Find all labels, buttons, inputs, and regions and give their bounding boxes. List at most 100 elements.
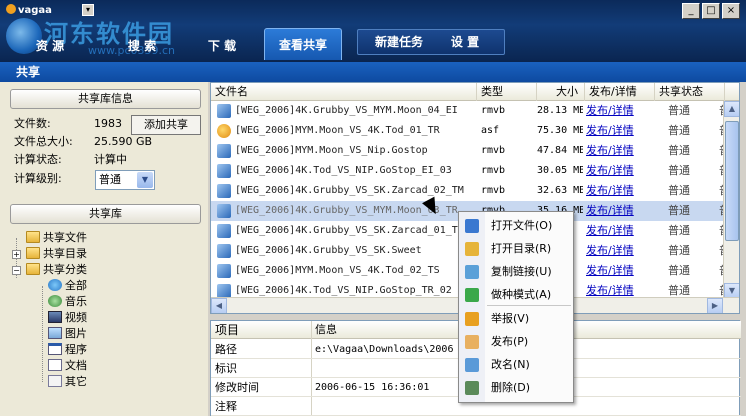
logo-dot-icon [6, 4, 16, 14]
file-type: rmvb [481, 105, 506, 116]
scroll-right-icon[interactable]: ▶ [707, 298, 723, 313]
scroll-up-icon[interactable]: ▲ [724, 101, 739, 117]
column-header-size[interactable]: 大小 [537, 83, 585, 101]
vertical-scrollbar[interactable]: ▲ ▼ [723, 101, 739, 299]
page-title: 共享 [0, 62, 746, 82]
table-row[interactable]: [WEG_2006]4K.Grubby_VS_SK.Zarcad_02_TM rm… [211, 181, 729, 201]
file-name: [WEG_2006]4K.Tod_VS_NIP.GoStop_EI_03 [235, 165, 452, 176]
tree-item-video[interactable]: 视频 [48, 310, 87, 326]
menu-item-rename[interactable]: 改名(N) [459, 354, 573, 376]
expand-icon[interactable]: + [12, 250, 21, 259]
menu-separator [487, 305, 571, 306]
file-list-header: 文件名 类型 大小 发布/详情 共享状态 [211, 83, 739, 101]
publish-details-link[interactable]: 发布/详情 [586, 181, 652, 201]
video-file-icon [217, 284, 231, 298]
menu-item-folder-open[interactable]: 打开目录(R) [459, 238, 573, 260]
tree-item-music[interactable]: 音乐 [48, 294, 87, 310]
tree-line [42, 286, 43, 382]
menu-item-copy-link[interactable]: 复制链接(U) [459, 261, 573, 283]
publish-details-link[interactable]: 发布/详情 [586, 101, 652, 121]
context-menu: 打开文件(O) 打开目录(R) 复制链接(U) 做种模式(A) 举报(V) 发布(P) 改名… [458, 211, 574, 403]
details-key: 注释 [215, 400, 237, 413]
publish-details-link[interactable]: 发布/详情 [586, 241, 652, 261]
tree-item-documents[interactable]: 文档 [48, 358, 87, 374]
tree-item-label: 共享分类 [43, 263, 87, 276]
top-navigation-bar: vagaa ▾ 河东软件园 www.pc0359.cn _ □ × 资 源 搜 … [0, 0, 746, 62]
tree-item-label: 共享文件 [43, 231, 87, 244]
new-task-button[interactable]: 新建任务 [358, 30, 440, 54]
share-status: 普通 [668, 264, 690, 277]
file-name: [WEG_2006]4K.Grubby_VS_SK.Zarcad_02_TM [235, 185, 464, 196]
tree-item-programs[interactable]: 程序 [48, 342, 87, 358]
table-row[interactable]: [WEG_2006]4K.Grubby_VS_MYM.Moon_04_EI rmv… [211, 101, 729, 121]
tree-item-shared-categories[interactable]: 共享分类 [26, 262, 87, 278]
file-name: [WEG_2006]4K.Grubby_VS_SK.Sweet [235, 245, 422, 256]
file-size: 75.30 MB [537, 125, 583, 136]
maximize-button[interactable]: □ [702, 3, 720, 19]
column-header-publish[interactable]: 发布/详情 [585, 83, 655, 101]
publish-details-link[interactable]: 发布/详情 [586, 141, 652, 161]
menu-item-play[interactable]: 打开文件(O) [459, 215, 573, 237]
media-file-icon [217, 124, 231, 138]
video-file-icon [217, 204, 231, 218]
chevron-down-icon[interactable]: ▼ [137, 172, 153, 188]
share-status: 普通 [668, 244, 690, 257]
file-name: [WEG_2006]4K.Grubby_VS_MYM.Moon_04_EI [235, 105, 458, 116]
share-status: 普通 [668, 204, 690, 217]
rename-icon [465, 358, 479, 372]
video-file-icon [217, 104, 231, 118]
publish-details-link[interactable]: 发布/详情 [586, 261, 652, 281]
column-header-status[interactable]: 共享状态 [655, 83, 725, 101]
program-icon [48, 343, 62, 355]
tree-item-all[interactable]: 全部 [48, 278, 87, 294]
file-size: 32.63 MB [537, 185, 583, 196]
publish-details-link[interactable]: 发布/详情 [586, 221, 652, 241]
publish-details-link[interactable]: 发布/详情 [586, 161, 652, 181]
report-icon [465, 312, 479, 326]
delete-icon [465, 381, 479, 395]
share-status: 普通 [668, 184, 690, 197]
scroll-left-icon[interactable]: ◀ [211, 298, 227, 313]
video-file-icon [217, 264, 231, 278]
settings-button[interactable]: 设 置 [440, 30, 490, 54]
tree-item-images[interactable]: 图片 [48, 326, 87, 342]
file-type: asf [481, 125, 500, 136]
library-header[interactable]: 共享库 [10, 204, 201, 224]
tab-view-share[interactable]: 查看共享 [264, 28, 342, 60]
menu-item-label: 举报(V) [491, 312, 530, 325]
publish-details-link[interactable]: 发布/详情 [586, 201, 652, 221]
file-name: [WEG_2006]4K.Grubby_VS_SK.Zarcad_01_TS [235, 225, 464, 236]
table-row[interactable]: [WEG_2006]MYM.Moon_VS_Nip.Gostop rmvb 47.8… [211, 141, 729, 161]
tab-search[interactable]: 搜 索 [92, 32, 192, 60]
menu-item-seed[interactable]: 做种模式(A) [459, 284, 573, 306]
copy-link-icon [465, 265, 479, 279]
menu-item-delete[interactable]: 删除(D) [459, 377, 573, 399]
close-button[interactable]: × [722, 3, 740, 19]
table-row[interactable]: [WEG_2006]MYM.Moon_VS_4K.Tod_01_TR asf 75.… [211, 121, 729, 141]
menu-item-publish[interactable]: 发布(P) [459, 331, 573, 353]
menu-item-report[interactable]: 举报(V) [459, 308, 573, 330]
tree-item-shared-files[interactable]: 共享文件 [26, 230, 87, 246]
file-name: [WEG_2006]MYM.Moon_VS_4K.Tod_02_TS [235, 265, 440, 276]
tree-item-other[interactable]: 其它 [48, 374, 87, 390]
collapse-icon[interactable]: − [12, 266, 21, 275]
table-row[interactable]: [WEG_2006]4K.Tod_VS_NIP.GoStop_EI_03 rmvb… [211, 161, 729, 181]
tab-download[interactable]: 下 载 [192, 32, 252, 60]
vertical-scroll-thumb[interactable] [725, 121, 739, 241]
tree-item-shared-dirs[interactable]: 共享目录 [26, 246, 87, 262]
column-header-name[interactable]: 文件名 [211, 83, 477, 101]
column-header-type[interactable]: 类型 [477, 83, 537, 101]
library-info-header[interactable]: 共享库信息 [10, 89, 201, 109]
folder-icon [26, 231, 40, 243]
tab-resources[interactable]: 资 源 [20, 32, 80, 60]
add-share-button[interactable]: 添加共享 [131, 115, 201, 135]
calc-level-select[interactable]: 普通 ▼ [95, 170, 155, 190]
file-type: rmvb [481, 165, 506, 176]
minimize-button[interactable]: _ [682, 3, 700, 19]
tree-item-label: 视频 [65, 311, 87, 324]
publish-details-link[interactable]: 发布/详情 [586, 121, 652, 141]
file-name: [WEG_2006]MYM.Moon_VS_Nip.Gostop [235, 145, 428, 156]
column-header-item[interactable]: 项目 [215, 321, 311, 339]
publish-icon [465, 335, 479, 349]
video-file-icon [217, 184, 231, 198]
